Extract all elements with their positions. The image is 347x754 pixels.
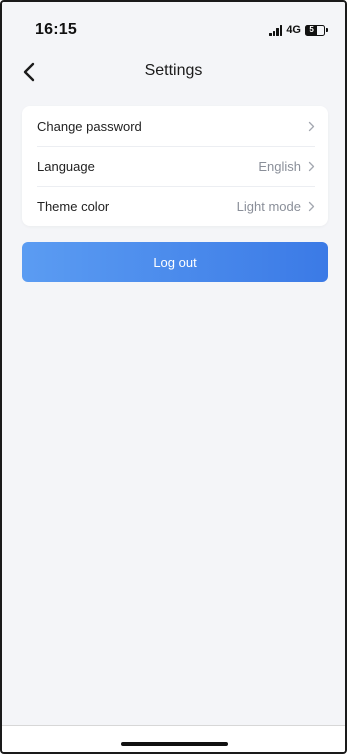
- status-indicators: 4G 5: [269, 22, 328, 38]
- settings-item-change-password[interactable]: Change password: [22, 106, 328, 146]
- status-time: 16:15: [35, 21, 77, 38]
- page-title: Settings: [144, 62, 203, 79]
- chevron-right-icon: [308, 121, 315, 132]
- home-indicator-area: [2, 725, 345, 752]
- settings-item-label: Language: [37, 158, 95, 174]
- logout-button[interactable]: Log out: [22, 242, 328, 282]
- status-bar: 16:15 4G 5: [2, 2, 345, 50]
- battery-icon: 5: [305, 24, 328, 36]
- settings-item-theme-color[interactable]: Theme color Light mode: [22, 186, 328, 226]
- chevron-right-icon: [308, 161, 315, 172]
- network-type: 4G: [286, 24, 301, 36]
- settings-item-value: English: [258, 158, 301, 174]
- phone-screen: 16:15 4G 5 Settings Change password Lang…: [0, 0, 347, 754]
- signal-icon: [269, 24, 283, 36]
- settings-item-label: Theme color: [37, 198, 110, 214]
- home-indicator[interactable]: [121, 742, 228, 746]
- settings-item-label: Change password: [37, 118, 142, 134]
- settings-item-language[interactable]: Language English: [22, 146, 328, 186]
- navigation-bar: Settings: [2, 50, 345, 94]
- settings-item-value: Light mode: [236, 198, 301, 214]
- battery-level: 5: [306, 25, 318, 35]
- settings-list: Change password Language English Theme c…: [22, 106, 328, 226]
- chevron-right-icon: [308, 201, 315, 212]
